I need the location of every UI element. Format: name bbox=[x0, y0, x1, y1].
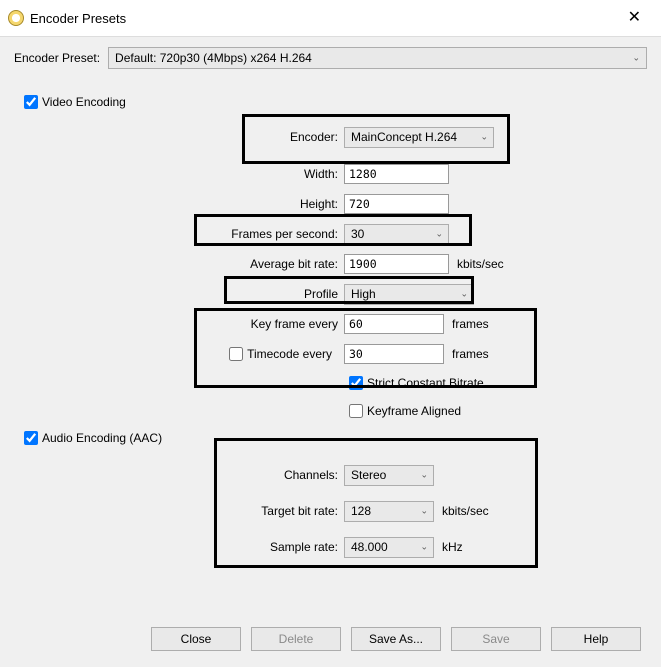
highlight-box bbox=[194, 308, 537, 388]
keyframe-aligned-checkbox[interactable] bbox=[349, 404, 363, 418]
height-label: Height: bbox=[14, 197, 344, 211]
highlight-box bbox=[242, 114, 510, 164]
avg-bitrate-label: Average bit rate: bbox=[14, 257, 344, 271]
avg-bitrate-input[interactable] bbox=[344, 254, 449, 274]
avg-bitrate-unit: kbits/sec bbox=[457, 257, 504, 271]
app-icon bbox=[8, 10, 24, 26]
close-button[interactable]: Close bbox=[151, 627, 241, 651]
save-button[interactable]: Save bbox=[451, 627, 541, 651]
video-encoding-checkbox[interactable] bbox=[24, 95, 38, 109]
highlight-box bbox=[224, 276, 474, 304]
height-input[interactable] bbox=[344, 194, 449, 214]
close-icon[interactable]: ✕ bbox=[620, 8, 649, 28]
button-bar: Close Delete Save As... Save Help bbox=[0, 627, 661, 651]
highlight-box bbox=[194, 214, 472, 246]
width-input[interactable] bbox=[344, 164, 449, 184]
width-label: Width: bbox=[14, 167, 344, 181]
delete-button[interactable]: Delete bbox=[251, 627, 341, 651]
audio-encoding-label: Audio Encoding (AAC) bbox=[42, 431, 162, 445]
audio-encoding-checkbox[interactable] bbox=[24, 431, 38, 445]
help-button[interactable]: Help bbox=[551, 627, 641, 651]
encoder-preset-dropdown[interactable]: Default: 720p30 (4Mbps) x264 H.264 ⌄ bbox=[108, 47, 647, 69]
window-title: Encoder Presets bbox=[30, 11, 126, 26]
save-as-button[interactable]: Save As... bbox=[351, 627, 441, 651]
titlebar: Encoder Presets ✕ bbox=[0, 0, 661, 37]
encoder-preset-value: Default: 720p30 (4Mbps) x264 H.264 bbox=[115, 51, 312, 65]
video-encoding-label: Video Encoding bbox=[42, 95, 126, 109]
chevron-down-icon: ⌄ bbox=[632, 53, 640, 64]
encoder-preset-label: Encoder Preset: bbox=[14, 51, 100, 65]
highlight-box bbox=[214, 438, 538, 568]
keyframe-aligned-label: Keyframe Aligned bbox=[367, 404, 461, 418]
